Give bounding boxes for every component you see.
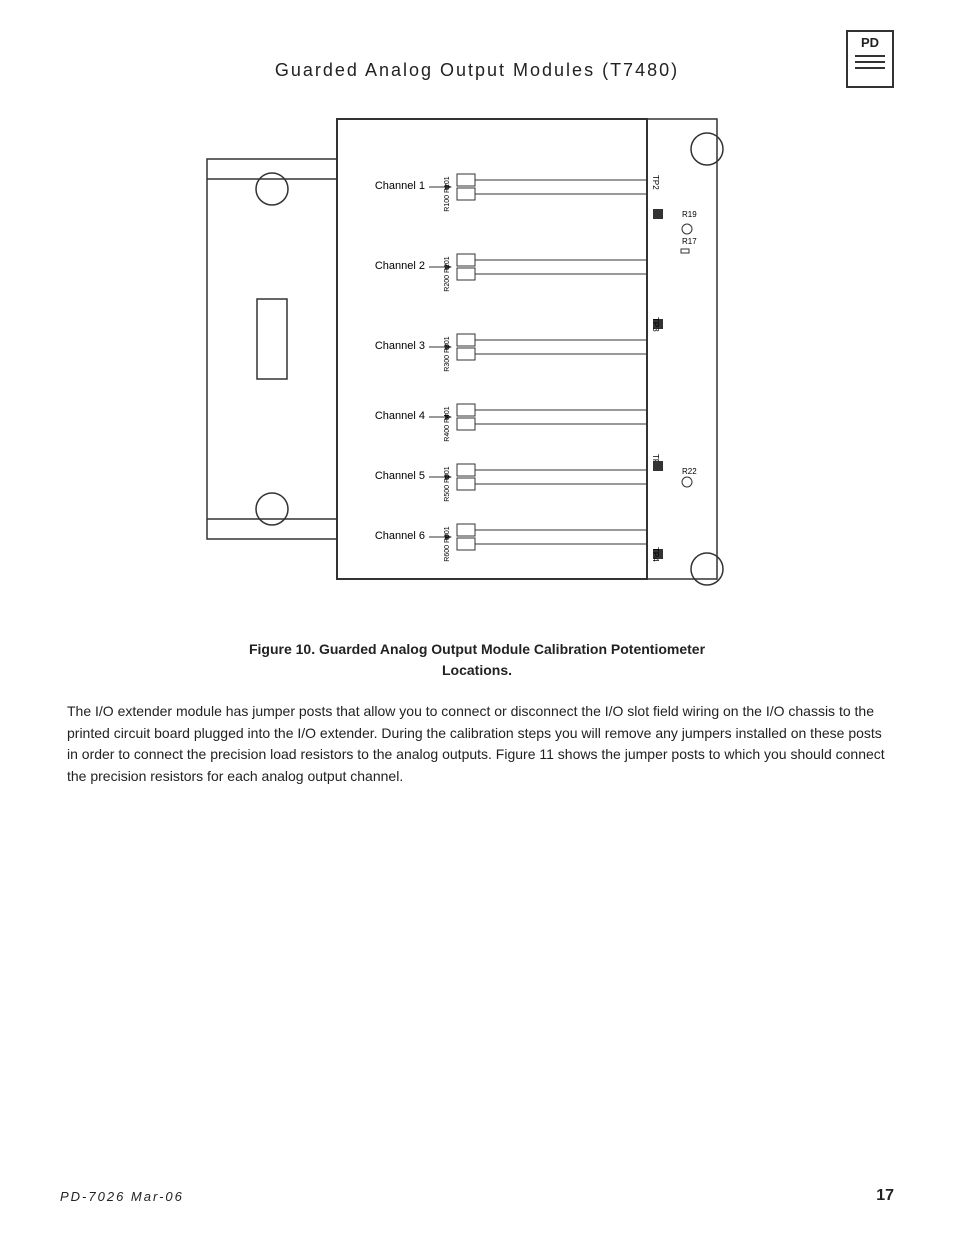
svg-text:R22: R22 [682, 467, 697, 476]
figure-caption: Figure 10. Guarded Analog Output Module … [237, 639, 717, 681]
footer-page-number: 17 [876, 1187, 894, 1205]
header: Guarded Analog Output Modules (T7480) PD [60, 30, 894, 81]
svg-text:R200 R201: R200 R201 [444, 256, 451, 292]
svg-text:Channel 5: Channel 5 [375, 470, 425, 482]
circuit-diagram: Channel 1 R100 R101 TP2 R19 R17 [177, 99, 777, 619]
page-title: Guarded Analog Output Modules (T7480) [275, 60, 679, 81]
svg-text:Channel 2: Channel 2 [375, 260, 425, 272]
svg-text:R400 R401: R400 R401 [444, 406, 451, 442]
svg-text:R17: R17 [682, 237, 697, 246]
svg-text:Channel 6: Channel 6 [375, 530, 425, 542]
svg-text:R500 R501: R500 R501 [444, 466, 451, 502]
pd-icon-text: PD [861, 36, 879, 49]
svg-text:TP3: TP3 [651, 317, 660, 332]
pd-icon: PD [846, 30, 894, 88]
svg-text:Channel 3: Channel 3 [375, 340, 425, 352]
svg-text:R600 R601: R600 R601 [444, 526, 451, 562]
svg-text:Channel 4: Channel 4 [375, 410, 425, 422]
svg-text:R300 R301: R300 R301 [444, 336, 451, 372]
page: Guarded Analog Output Modules (T7480) PD [0, 0, 954, 1235]
pd-icon-lines [855, 55, 886, 73]
svg-text:R100 R101: R100 R101 [444, 176, 451, 212]
body-text: The I/O extender module has jumper posts… [67, 701, 887, 788]
diagram-container: Channel 1 R100 R101 TP2 R19 R17 [60, 99, 894, 619]
footer-doc-number: PD-7026 Mar-06 [60, 1189, 184, 1204]
svg-text:TP2: TP2 [651, 175, 660, 190]
svg-text:Channel 1: Channel 1 [375, 180, 425, 192]
footer: PD-7026 Mar-06 17 [60, 1187, 894, 1205]
svg-text:R19: R19 [682, 210, 697, 219]
svg-text:TP4: TP4 [651, 547, 660, 562]
